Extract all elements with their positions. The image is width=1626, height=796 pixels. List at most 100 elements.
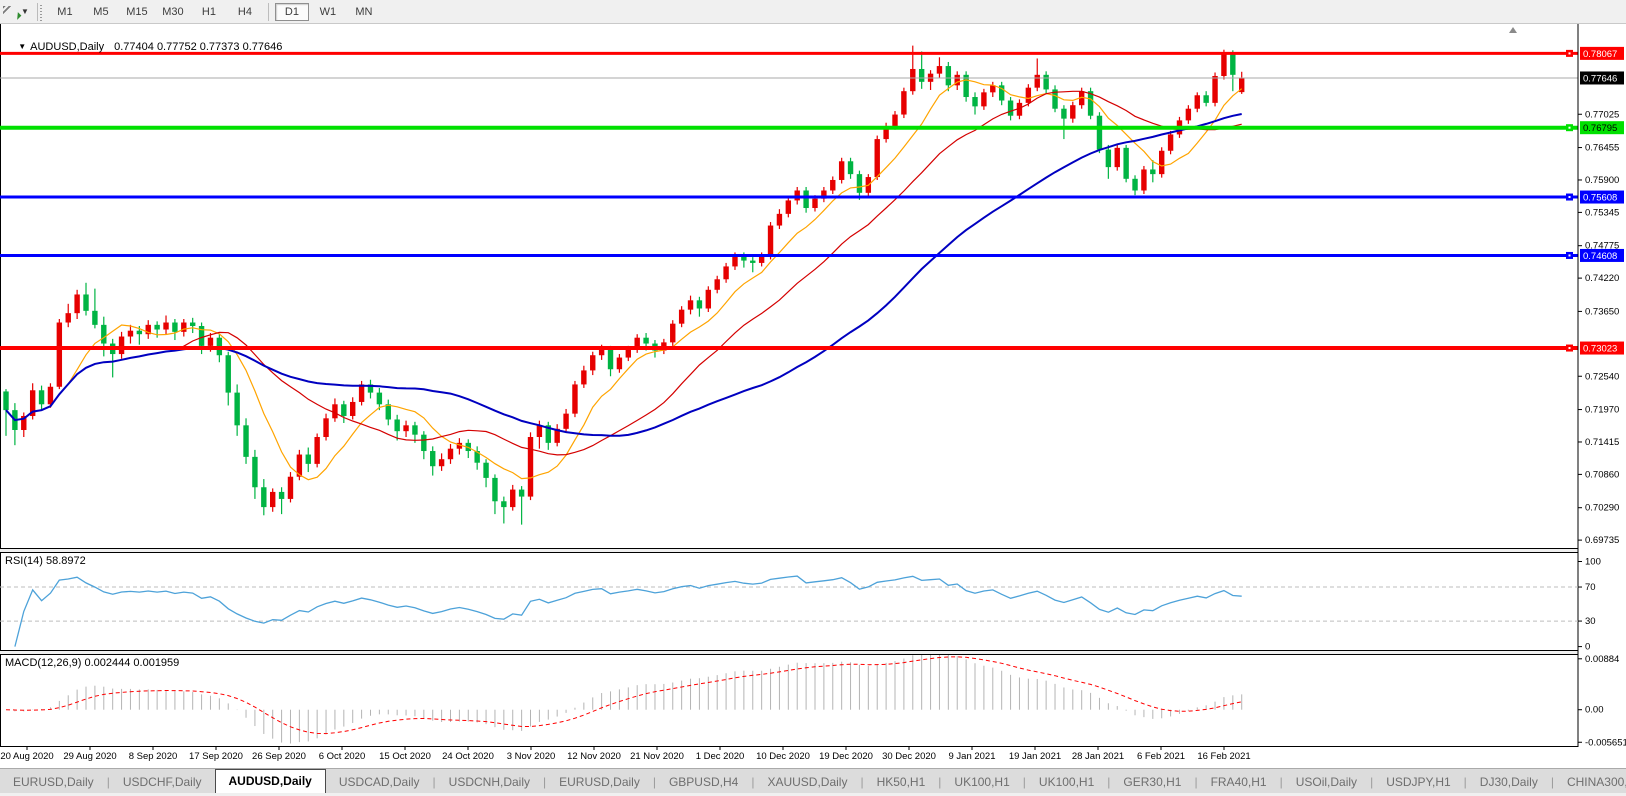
- candle-body: [1221, 53, 1227, 76]
- chart-tab-usoil-daily[interactable]: USOil,Daily: [1283, 772, 1370, 793]
- candle-body: [776, 213, 783, 226]
- candle-body: [1061, 108, 1067, 119]
- chart-tab-eurusd-daily[interactable]: EURUSD,Daily: [0, 772, 107, 793]
- chart-symbol-period: AUDUSD,Daily: [30, 41, 105, 53]
- chart-tab-xauusd-daily[interactable]: XAUUSD,Daily: [754, 772, 860, 793]
- date-tick-label: 12 Nov 2020: [567, 751, 621, 762]
- candle-body: [127, 330, 134, 337]
- candle-body: [758, 255, 765, 263]
- timeframe-button-h1[interactable]: H1: [192, 3, 226, 21]
- price-tick-label: 0.77025: [1585, 109, 1619, 120]
- timeframe-button-h4[interactable]: H4: [228, 3, 262, 21]
- candle-body: [874, 139, 880, 178]
- panel-splitter[interactable]: [0, 549, 1578, 552]
- chevron-down-icon[interactable]: ▼: [21, 7, 29, 16]
- candle-body: [385, 404, 391, 420]
- macd-tick-label: -0.005651: [1585, 737, 1626, 748]
- rsi-panel[interactable]: [0, 552, 1579, 651]
- candle-body: [412, 425, 418, 435]
- candle-body: [590, 355, 596, 371]
- candle-body: [47, 386, 54, 405]
- chart-tab-hk50-h1[interactable]: HK50,H1: [864, 772, 939, 793]
- toolbar-grip[interactable]: [36, 2, 43, 21]
- date-tick-label: 8 Sep 2020: [129, 751, 178, 762]
- date-tick-label: 30 Dec 2020: [882, 751, 936, 762]
- candle-body: [1159, 150, 1165, 175]
- timeframe-button-m5[interactable]: M5: [84, 3, 118, 21]
- chart-tab-china300-h1[interactable]: CHINA300,H1: [1554, 772, 1626, 793]
- candle-body: [1203, 95, 1209, 103]
- macd-tick-label: 0.00884: [1585, 654, 1619, 665]
- macd-panel[interactable]: [0, 654, 1579, 747]
- candle-body: [278, 491, 285, 499]
- candle-body: [723, 266, 729, 280]
- candle-body: [287, 476, 294, 499]
- chart-tab-usdchf-daily[interactable]: USDCHF,Daily: [110, 772, 215, 793]
- candle-body: [341, 404, 347, 416]
- chart-tab-usdcnh-daily[interactable]: USDCNH,Daily: [436, 772, 543, 793]
- chart-tab-dj30-daily[interactable]: DJ30,Daily: [1467, 772, 1551, 793]
- candle-body: [918, 68, 925, 82]
- level-price-box-text: 0.78067: [1583, 49, 1617, 60]
- chart-tab-eurusd-daily[interactable]: EURUSD,Daily: [546, 772, 653, 793]
- candle-body: [314, 437, 320, 464]
- chart-tab-gbpusd-h4[interactable]: GBPUSD,H4: [656, 772, 751, 793]
- candle-body: [101, 324, 107, 344]
- timeframe-button-m30[interactable]: M30: [156, 3, 190, 21]
- candle-body: [430, 451, 436, 467]
- candle-body: [252, 456, 258, 488]
- candle-body: [678, 309, 685, 324]
- timeframe-button-m1[interactable]: M1: [48, 3, 82, 21]
- chart-tab-uk100-h1[interactable]: UK100,H1: [941, 772, 1022, 793]
- level-line-anchor-dot: [1568, 254, 1571, 257]
- candle-body: [154, 324, 160, 330]
- date-tick-label: 28 Jan 2021: [1072, 751, 1124, 762]
- candle-body: [1150, 169, 1156, 175]
- candle-body: [687, 300, 694, 310]
- macd-tick-label: 0.00: [1585, 705, 1604, 716]
- candle-body: [3, 391, 9, 411]
- timeframe-button-mn[interactable]: MN: [347, 3, 381, 21]
- chart-tab-audusd-daily[interactable]: AUDUSD,Daily: [214, 769, 326, 793]
- price-tick-label: 0.75345: [1585, 207, 1619, 218]
- candle-body: [892, 114, 898, 127]
- candle-body: [394, 419, 400, 432]
- chart-tab-uk100-h1[interactable]: UK100,H1: [1026, 772, 1107, 793]
- level-price-box-text: 0.73023: [1583, 344, 1617, 355]
- candle-body: [527, 437, 534, 497]
- candle-body: [750, 260, 756, 263]
- timeframe-button-d1[interactable]: D1: [274, 2, 309, 21]
- toolbar: ▼ M1 M5 M15 M30 H1 H4 D1 W1 MN: [0, 0, 1626, 24]
- chart-canvas[interactable]: 0.770250.764550.759000.753450.747750.742…: [0, 0, 1626, 796]
- chart-tool-icon[interactable]: [2, 4, 22, 20]
- rsi-tick-label: 70: [1585, 582, 1596, 593]
- chart-tab-usdjpy-h1[interactable]: USDJPY,H1: [1373, 772, 1463, 793]
- candle-body: [403, 425, 409, 432]
- date-tick-label: 20 Aug 2020: [0, 751, 53, 762]
- date-tick-label: 21 Nov 2020: [630, 751, 684, 762]
- candle-body: [812, 198, 818, 209]
- chart-tab-fra40-h1[interactable]: FRA40,H1: [1198, 772, 1280, 793]
- candle-body: [732, 255, 738, 267]
- rsi-tick-label: 0: [1585, 642, 1590, 653]
- date-tick-label: 17 Sep 2020: [189, 751, 243, 762]
- price-tick-label: 0.71415: [1585, 437, 1619, 448]
- candle-body: [643, 337, 649, 344]
- candle-body: [901, 91, 907, 115]
- candle-body: [358, 384, 365, 402]
- candle-body: [1025, 87, 1032, 103]
- chart-tab-ger30-h1[interactable]: GER30,H1: [1110, 772, 1194, 793]
- collapse-triangle-icon[interactable]: ▼: [18, 42, 26, 51]
- candle-body: [581, 370, 587, 385]
- main-panel[interactable]: [0, 23, 1579, 549]
- price-tick-label: 0.75900: [1585, 175, 1619, 186]
- price-tick-label: 0.73650: [1585, 306, 1619, 317]
- timeframe-button-w1[interactable]: W1: [311, 3, 345, 21]
- price-tick-label: 0.74220: [1585, 273, 1619, 284]
- panel-splitter[interactable]: [0, 651, 1578, 654]
- level-price-box-text: 0.74608: [1583, 251, 1617, 262]
- chart-tab-usdcad-daily[interactable]: USDCAD,Daily: [326, 772, 433, 793]
- candle-body: [1185, 108, 1192, 121]
- timeframe-button-m15[interactable]: M15: [120, 3, 154, 21]
- candle-body: [785, 200, 792, 214]
